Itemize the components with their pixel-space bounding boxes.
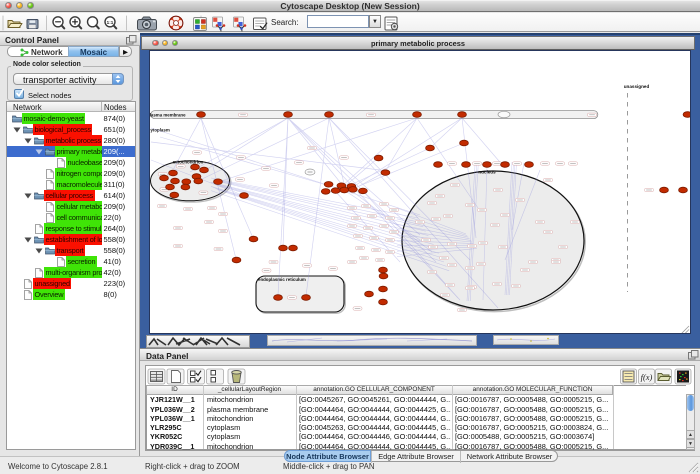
svg-text:endoplasmic reticulum: endoplasmic reticulum xyxy=(258,277,306,282)
svg-text:nucleus: nucleus xyxy=(478,170,496,175)
svg-text:f(x): f(x) xyxy=(641,372,653,382)
svg-text:unassigned: unassigned xyxy=(624,84,650,89)
svg-text:cytoplasm: cytoplasm xyxy=(150,127,170,132)
svg-text:plasma membrane: plasma membrane xyxy=(150,112,186,117)
svg-text:1:1: 1:1 xyxy=(107,20,114,25)
